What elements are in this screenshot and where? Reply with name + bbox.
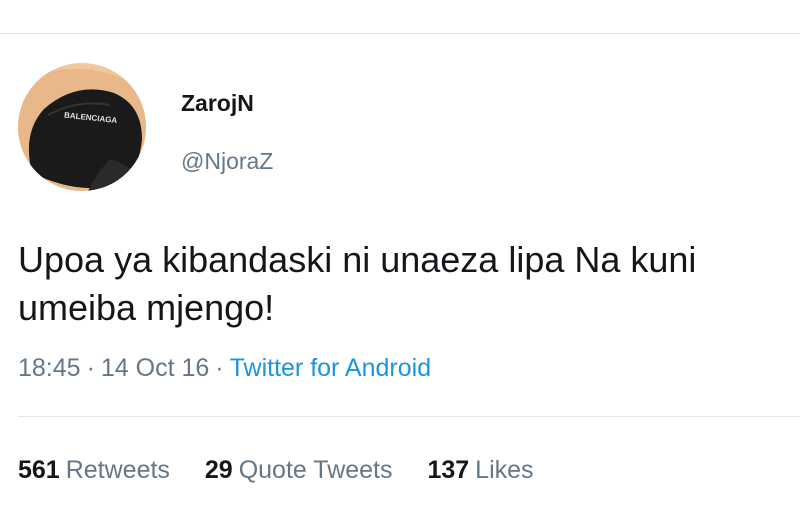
likes-label: Likes <box>475 456 534 484</box>
meta-separator: · <box>215 354 224 382</box>
tweet-stats: 561 Retweets 29 Quote Tweets 137 Likes <box>18 456 562 485</box>
tweet-time[interactable]: 18:45 <box>18 354 81 382</box>
stats-divider <box>18 416 800 417</box>
author-display-name[interactable]: ZarojN <box>181 90 254 117</box>
tweet-source-link[interactable]: Twitter for Android <box>230 354 431 382</box>
tweet-text: Upoa ya kibandaski ni unaeza lipa Na kun… <box>18 239 697 328</box>
tweet-meta: 18:45 · 14 Oct 16 · Twitter for Android <box>18 354 431 383</box>
author-handle[interactable]: @NjoraZ <box>181 148 273 175</box>
top-divider <box>0 33 800 34</box>
tweet-date[interactable]: 14 Oct 16 <box>101 354 209 382</box>
quote-tweets-stat[interactable]: 29 Quote Tweets <box>205 456 393 485</box>
quote-tweets-label: Quote Tweets <box>238 456 393 484</box>
retweets-count: 561 <box>18 456 60 484</box>
retweets-stat[interactable]: 561 Retweets <box>18 456 170 485</box>
quote-tweets-count: 29 <box>204 456 233 484</box>
avatar[interactable]: BALENCIAGA <box>18 63 146 191</box>
meta-separator: · <box>86 354 95 382</box>
likes-count: 137 <box>427 456 470 484</box>
avatar-image: BALENCIAGA <box>18 63 146 191</box>
retweets-label: Retweets <box>65 456 170 484</box>
likes-stat[interactable]: 137 Likes <box>427 456 533 485</box>
